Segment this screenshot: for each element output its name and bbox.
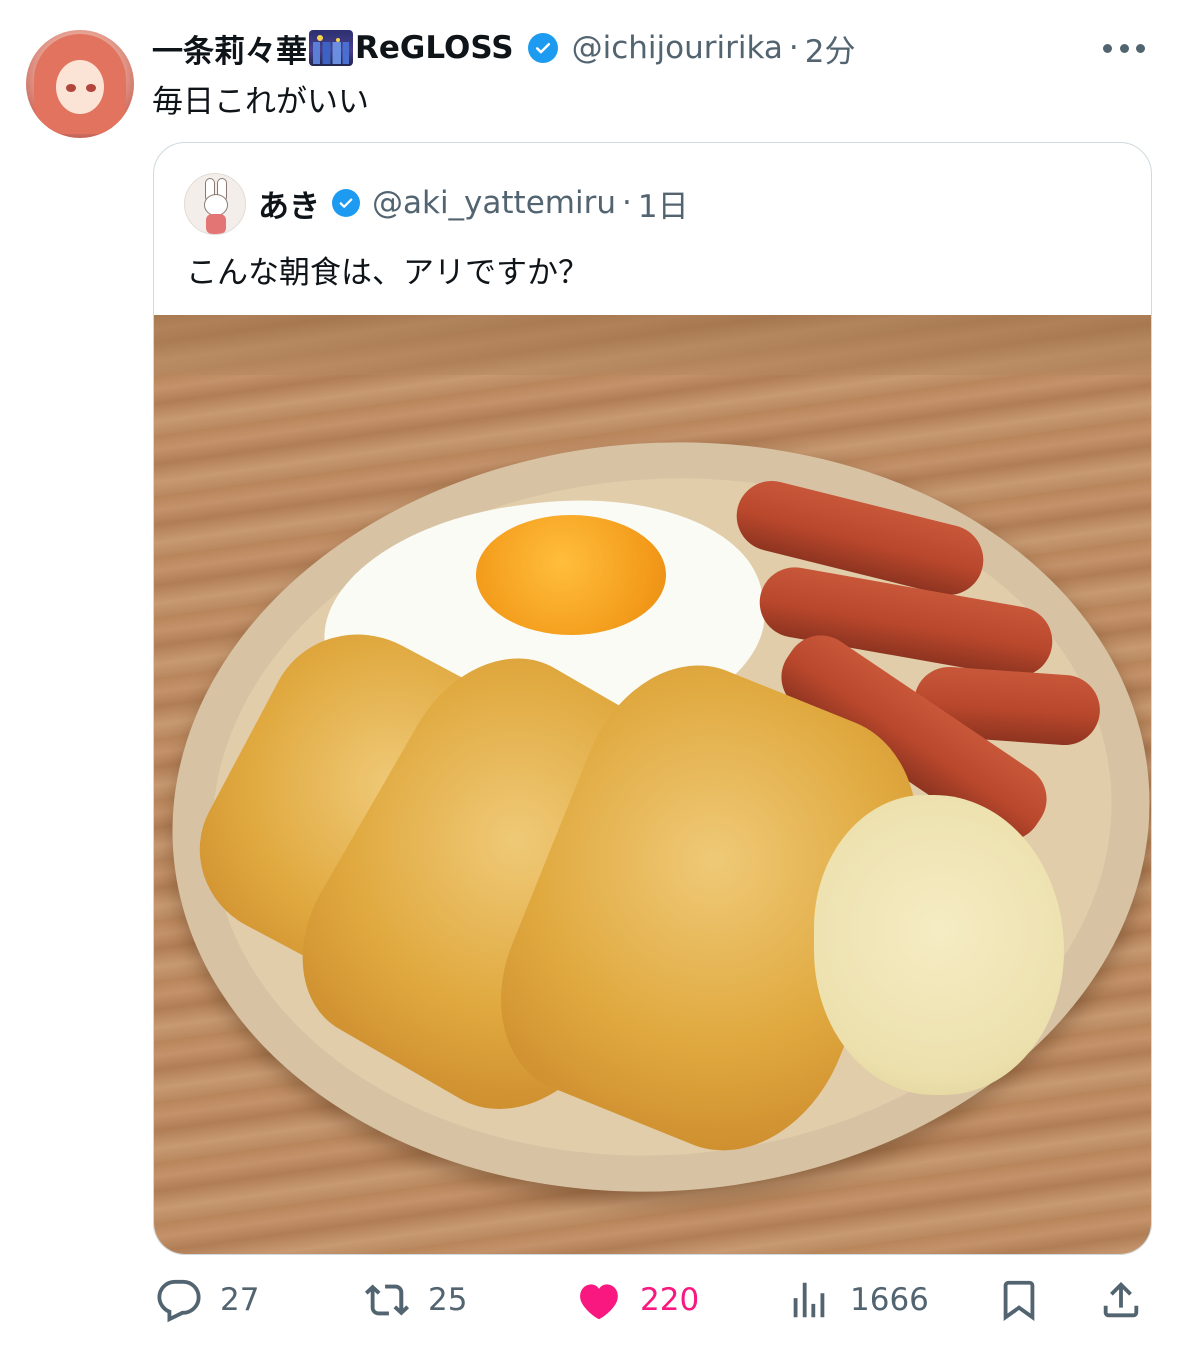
author-handle[interactable]: @ichijouririka: [572, 30, 783, 66]
quoted-author-display-name[interactable]: あき: [258, 181, 320, 226]
separator-dot: ·: [788, 30, 799, 66]
like-button[interactable]: 220: [576, 1270, 699, 1330]
separator-dot: ·: [622, 185, 632, 221]
avatar-face: [56, 60, 104, 114]
avatar-eye-right: [86, 84, 96, 92]
share-button[interactable]: [1098, 1270, 1144, 1330]
rabbit-body: [206, 214, 226, 234]
tweet-timestamp[interactable]: 2分: [805, 26, 856, 71]
night-city-emoji-icon: [309, 30, 353, 66]
reply-button[interactable]: 27: [156, 1270, 259, 1330]
retweet-icon: [364, 1284, 410, 1316]
quoted-author-avatar[interactable]: [184, 173, 246, 235]
verified-badge-icon[interactable]: [332, 189, 360, 217]
breakfast-photo[interactable]: [154, 315, 1151, 1254]
quoted-tweet-card[interactable]: あき @aki_yattemiru · 1日 こんな朝食は、アリですか？: [153, 142, 1152, 1255]
share-icon: [1103, 1281, 1139, 1318]
fried-egg-yolk: [476, 515, 666, 635]
avatar-eye-left: [66, 84, 76, 92]
cutting-board-edge: [154, 315, 1151, 375]
heart-icon: [580, 1284, 618, 1320]
reply-count: 27: [220, 1282, 260, 1318]
bar-chart-icon: [793, 1282, 825, 1318]
author-display-name[interactable]: 一条莉々華: [152, 26, 307, 71]
retweet-button[interactable]: 25: [364, 1270, 467, 1330]
tweet-text: 毎日これがいい: [152, 84, 369, 120]
rabbit-head: [204, 194, 228, 216]
bookmark-button[interactable]: [996, 1270, 1042, 1330]
tweet-action-bar: 27 25 220 1666: [0, 1270, 1179, 1330]
bookmark-icon: [1003, 1280, 1035, 1321]
reply-bubble-icon: [157, 1279, 201, 1323]
tweet-header: 一条莉々華 ReGLOSS @ichijouririka · 2分: [152, 26, 855, 70]
quoted-tweet-header: あき @aki_yattemiru · 1日: [258, 181, 689, 225]
author-avatar[interactable]: [26, 30, 134, 138]
quoted-author-handle[interactable]: @aki_yattemiru: [372, 185, 616, 221]
views-button[interactable]: 1666: [786, 1270, 929, 1330]
quoted-tweet-text: こんな朝食は、アリですか？: [186, 255, 589, 291]
like-count: 220: [640, 1282, 700, 1318]
more-horizontal-icon[interactable]: [1103, 38, 1145, 58]
author-display-name-suffix[interactable]: ReGLOSS: [355, 30, 514, 66]
quoted-tweet-timestamp[interactable]: 1日: [638, 181, 689, 226]
retweet-count: 25: [428, 1282, 468, 1318]
verified-badge-icon[interactable]: [527, 33, 558, 63]
views-count: 1666: [850, 1282, 929, 1318]
